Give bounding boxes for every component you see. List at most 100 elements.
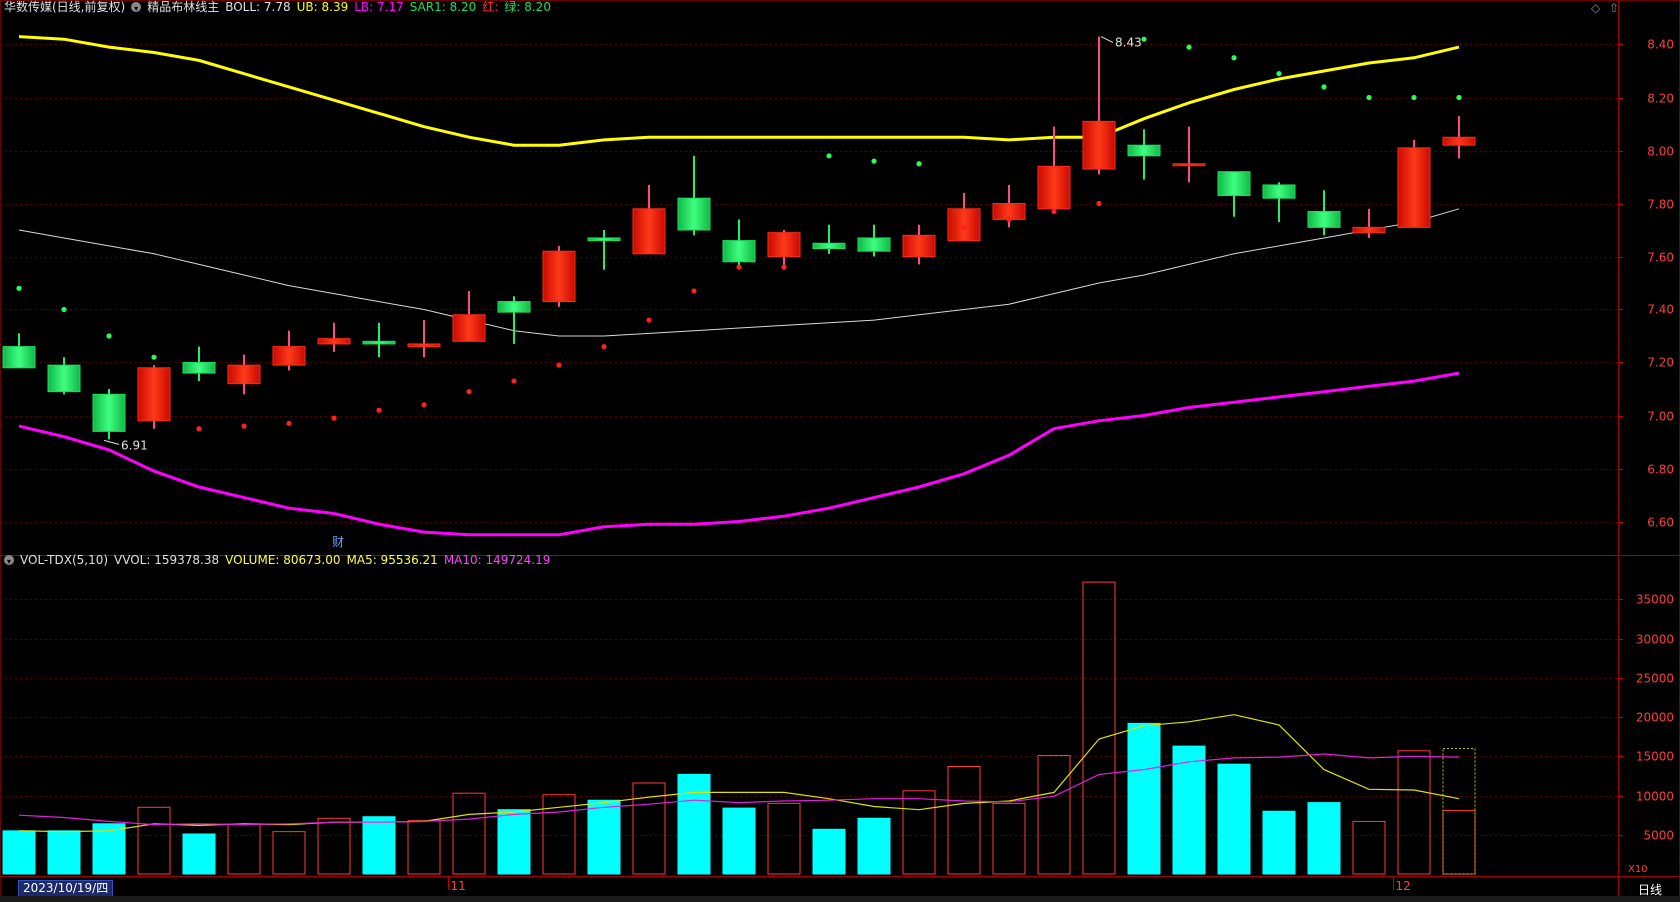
price-header: 华数传媒(日线,前复权) ▾ 精品布林线主 BOLL: 7.78 UB: 8.3… — [4, 0, 551, 14]
volume-bar — [587, 799, 621, 875]
sar-dot — [646, 317, 652, 323]
indicator-name[interactable]: 精品布林线主 — [147, 0, 219, 14]
volume-tick-label: 10000 — [1636, 790, 1674, 804]
price-tick-label: 8.00 — [1647, 145, 1674, 159]
candle-body — [812, 242, 846, 250]
vvol-value: VVOL: 159378.38 — [114, 553, 220, 567]
boll-value: BOLL: 7.78 — [225, 0, 291, 14]
bollinger-layer — [18, 35, 1460, 537]
x10-label: X10 — [1628, 864, 1648, 875]
candle-body — [92, 393, 126, 432]
volume-bar — [407, 820, 441, 875]
volume-bar — [497, 809, 531, 875]
price-tick-label: 7.00 — [1647, 410, 1674, 424]
volume-tick-label: 20000 — [1636, 711, 1674, 725]
price-tick-label: 7.80 — [1647, 198, 1674, 212]
sar-dot — [556, 362, 562, 368]
high-pointer — [1100, 36, 1114, 43]
volume-bar — [1127, 722, 1161, 875]
ma10-value: MA10: 149724.19 — [443, 553, 551, 567]
volume-bar — [1442, 809, 1476, 875]
boll-upper-line — [18, 35, 1460, 147]
month-label: 11 — [451, 879, 466, 893]
volume-layer — [2, 581, 1476, 875]
sar-dot — [376, 407, 382, 413]
sar-dot — [1006, 216, 1012, 222]
volume-bar — [857, 817, 891, 875]
price-tick-label: 7.20 — [1647, 356, 1674, 370]
volume-bar — [182, 833, 216, 875]
candle-body — [1172, 163, 1206, 167]
candle-body — [857, 237, 891, 252]
candle-body — [677, 197, 711, 231]
sar-dot — [871, 158, 877, 164]
volume-bar — [1397, 750, 1431, 875]
sar-dot — [286, 420, 292, 427]
sar-value: SAR1: 8.20 — [409, 0, 477, 14]
sar-dot — [1141, 36, 1147, 42]
volume-bar — [452, 792, 486, 875]
candle-body — [947, 208, 981, 242]
candle-body — [1082, 120, 1116, 170]
diamond-icon[interactable]: ◇ — [1591, 1, 1600, 15]
high-price-label: 8.43 — [1115, 36, 1142, 50]
price-tick-label: 8.40 — [1647, 38, 1674, 52]
sar-dot — [466, 389, 472, 395]
candle-body — [1127, 144, 1161, 157]
vol-indicator-name[interactable]: VOL-TDX(5,10) — [20, 553, 108, 567]
volume-bar — [317, 817, 351, 875]
candle-body — [587, 237, 621, 242]
volume-bar — [947, 766, 981, 875]
price-tick-label: 7.40 — [1647, 303, 1674, 317]
outer-frame — [0, 0, 1680, 901]
sar-dot — [1366, 94, 1372, 101]
candle-body — [452, 314, 486, 342]
volume-bar — [722, 807, 756, 875]
volume-bar — [902, 790, 936, 875]
volume-tick-label: 15000 — [1636, 750, 1674, 764]
up-arrow-icon[interactable]: ⇧ — [1609, 1, 1619, 15]
candle-body — [1442, 136, 1476, 146]
sar-dot — [781, 264, 787, 270]
sar-dot — [1321, 84, 1327, 90]
low-pointer — [103, 439, 120, 445]
candle-body — [47, 364, 81, 393]
low-price-label: 6.91 — [121, 438, 148, 452]
sar-dot — [106, 333, 112, 339]
sar-dot — [601, 344, 607, 350]
candle-body — [1037, 165, 1071, 210]
volume-bar — [1172, 745, 1206, 875]
sar-dot — [1051, 208, 1057, 215]
volume-value: VOLUME: 80673.00 — [225, 553, 341, 567]
volume-bar — [812, 828, 846, 875]
stock-chart-canvas: 8.40 8.20 8.00 7.80 7.60 7.40 7.20 7.00 6.80 6.60… — [0, 0, 1680, 901]
lb-value: LB: 7.17 — [354, 0, 404, 14]
chevron-down-icon[interactable]: ▾ — [4, 555, 14, 566]
volume-bar — [1037, 755, 1071, 875]
candle-body — [317, 338, 351, 345]
sar-dot — [1231, 55, 1237, 61]
grid-layer — [0, 0, 1680, 901]
candle-body — [272, 346, 306, 366]
candle-body — [2, 346, 36, 369]
candle-body — [497, 301, 531, 313]
candle-body — [227, 364, 261, 385]
candle-body — [1397, 147, 1431, 228]
sar-dot — [916, 161, 922, 167]
volume-bar — [2, 830, 36, 875]
volume-bar — [1262, 810, 1296, 875]
candle-body — [722, 240, 756, 263]
price-tick-label: 8.20 — [1647, 92, 1674, 106]
sar-dot — [61, 306, 67, 313]
volume-bar — [227, 824, 261, 875]
stock-title[interactable]: 华数传媒(日线,前复权) — [4, 0, 125, 14]
ma5-value: MA5: 95536.21 — [346, 553, 438, 567]
sar-dot — [736, 264, 742, 270]
chevron-down-icon[interactable]: ▾ — [131, 2, 142, 13]
candle-body — [407, 343, 441, 348]
sar-dot — [1276, 71, 1282, 77]
volume-bar — [1352, 820, 1386, 875]
volume-bar — [1217, 763, 1251, 875]
volume-bar — [767, 802, 801, 875]
month-label: 12 — [1396, 879, 1411, 893]
